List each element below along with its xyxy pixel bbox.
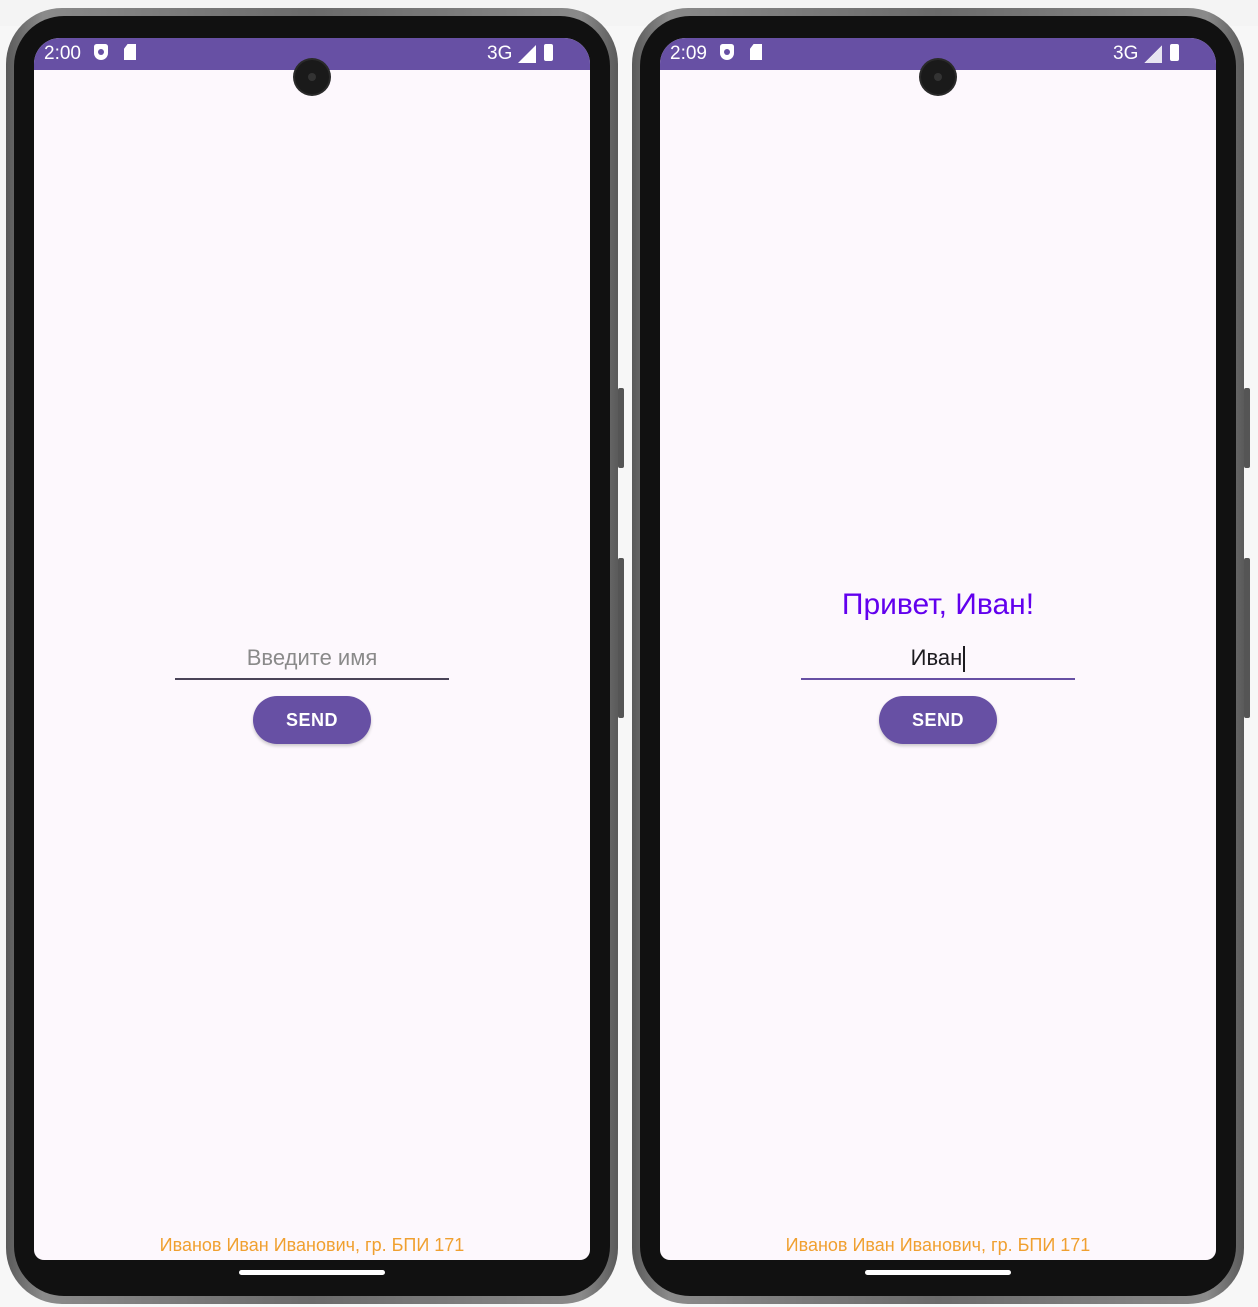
shield-icon — [94, 44, 108, 60]
shield-icon — [720, 44, 734, 60]
volume-button[interactable] — [618, 558, 624, 718]
navigation-bar — [34, 1260, 590, 1288]
power-button[interactable] — [1244, 388, 1250, 468]
signal-icon — [1144, 45, 1162, 63]
screenshot-stage: 2:00 3G Введите имя SEND Иванов Иван Ива… — [0, 0, 1258, 1307]
name-input-placeholder: Введите имя — [246, 645, 378, 670]
volume-button[interactable] — [1244, 558, 1250, 718]
battery-icon — [1170, 44, 1179, 61]
send-button[interactable]: SEND — [879, 696, 997, 744]
author-credit: Иванов Иван Иванович, гр. БПИ 171 — [159, 1235, 465, 1255]
name-input[interactable]: Иван — [801, 638, 1075, 680]
name-input[interactable]: Введите имя — [175, 638, 449, 680]
navigation-bar — [660, 1260, 1216, 1288]
power-button[interactable] — [618, 388, 624, 468]
front-camera — [921, 60, 955, 94]
network-type: 3G — [487, 43, 513, 64]
send-button[interactable]: SEND — [253, 696, 371, 744]
name-input-value: Иван — [910, 645, 963, 670]
network-type: 3G — [1113, 43, 1139, 64]
home-indicator[interactable] — [865, 1270, 1011, 1275]
text-caret — [963, 646, 966, 673]
phone-bezel: 2:09 3G Привет, Иван! Иван SEND Иванов И… — [640, 16, 1236, 1296]
battery-icon — [544, 44, 553, 61]
home-indicator[interactable] — [239, 1270, 385, 1275]
status-time: 2:00 — [44, 43, 81, 64]
author-credit: Иванов Иван Иванович, гр. БПИ 171 — [785, 1235, 1091, 1255]
signal-icon — [518, 45, 536, 63]
sd-card-icon — [124, 44, 136, 60]
greeting-text: Привет, Иван! — [841, 588, 1035, 621]
app-screen: 2:00 3G Введите имя SEND Иванов Иван Ива… — [34, 38, 590, 1260]
status-time: 2:09 — [670, 43, 707, 64]
sd-card-icon — [750, 44, 762, 60]
app-screen: 2:09 3G Привет, Иван! Иван SEND Иванов И… — [660, 38, 1216, 1260]
phone-frame-left: 2:00 3G Введите имя SEND Иванов Иван Ива… — [6, 8, 624, 1304]
phone-bezel: 2:00 3G Введите имя SEND Иванов Иван Ива… — [14, 16, 610, 1296]
front-camera — [295, 60, 329, 94]
phone-frame-right: 2:09 3G Привет, Иван! Иван SEND Иванов И… — [632, 8, 1250, 1304]
